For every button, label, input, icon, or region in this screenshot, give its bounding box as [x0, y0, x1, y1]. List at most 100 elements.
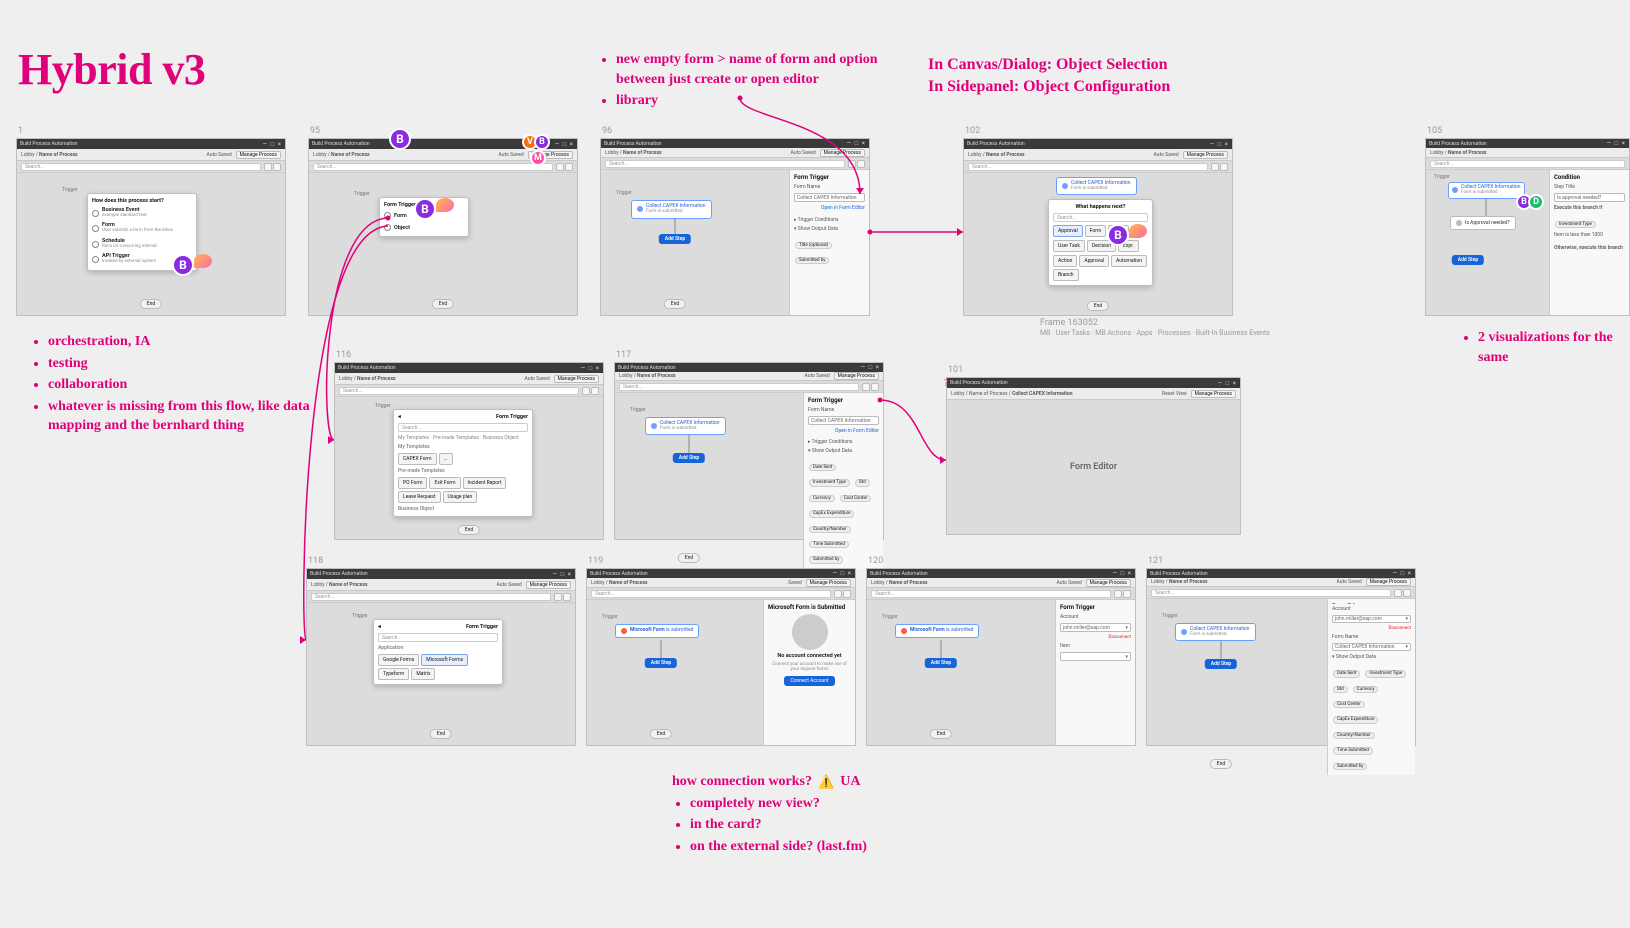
- option[interactable]: Object: [384, 223, 464, 232]
- add-step-button[interactable]: Add Step: [659, 234, 691, 244]
- trigger-label: Trigger: [1434, 174, 1450, 180]
- add-step-button[interactable]: Add Step: [1452, 255, 1484, 265]
- chip: Investment Type: [1365, 670, 1406, 677]
- action-btn[interactable]: Branch: [1053, 269, 1079, 281]
- end-node: End: [432, 299, 454, 309]
- section-toggle[interactable]: Trigger Conditions: [812, 439, 853, 445]
- chip[interactable]: Investment Type: [1555, 221, 1596, 228]
- template-btn[interactable]: Exit Form: [429, 477, 460, 489]
- cursor-icon: [194, 254, 212, 268]
- section-toggle[interactable]: Trigger Conditions: [798, 217, 839, 223]
- action-btn[interactable]: Form: [1085, 225, 1107, 237]
- avatar: B: [534, 134, 550, 150]
- app-btn[interactable]: Google Forms: [378, 654, 419, 666]
- note-right: 2 visualizations for the same: [1460, 326, 1630, 369]
- frame-id: 116: [336, 350, 604, 360]
- trigger-label: Trigger: [354, 191, 370, 197]
- note-item: whatever is missing from this flow, like…: [48, 397, 330, 436]
- frame-118[interactable]: 118 Build Process Automation— □ × Lobby …: [306, 556, 576, 746]
- frame-121[interactable]: 121 Build Process Automation— □ × Lobby …: [1146, 556, 1416, 746]
- form-name-input[interactable]: Collect CAPEX Information: [794, 193, 865, 202]
- option[interactable]: FormUser submits a form from the inbox: [92, 222, 192, 234]
- form-name-input[interactable]: Collect CAPEX Information: [808, 416, 879, 425]
- trigger-label: Trigger: [616, 190, 632, 196]
- section-toggle[interactable]: Show Output Data: [798, 226, 838, 232]
- search-input[interactable]: Search...: [21, 163, 261, 171]
- dialog-form-apps[interactable]: ◂ Form Trigger Search... Application Goo…: [373, 619, 503, 685]
- trigger-card[interactable]: Collect CAPEX InformationForm is submitt…: [1448, 182, 1525, 198]
- open-editor-link[interactable]: Open in Form Editor: [808, 428, 879, 434]
- trigger-card[interactable]: Collect CAPEX InformationForm is submitt…: [1175, 623, 1256, 641]
- frame-119[interactable]: 119 Build Process Automation— □ × Lobby …: [586, 556, 856, 746]
- breadcrumb[interactable]: Lobby / Name of Process: [21, 152, 78, 158]
- trigger-card[interactable]: Microsoft Form is submitted: [895, 624, 979, 638]
- action-btn[interactable]: Approval: [1079, 255, 1109, 267]
- frame-102[interactable]: 102 Build Process Automation— □ × Lobby …: [963, 126, 1233, 316]
- trigger-card[interactable]: Collect CAPEX InformationForm is submitt…: [631, 200, 712, 218]
- frame-96[interactable]: 96 Build Process Automation— □ × Lobby /…: [600, 126, 870, 316]
- add-step-button[interactable]: Add Step: [645, 658, 677, 668]
- disconnect-link[interactable]: Disconnect: [1389, 626, 1411, 631]
- section-toggle[interactable]: Show Output Data: [812, 448, 852, 454]
- sidepanel: Form Trigger Form Name Collect CAPEX Inf…: [789, 170, 869, 315]
- item-select[interactable]: Collect CAPEX Information▾: [1332, 643, 1411, 651]
- action-btn[interactable]: Approval: [1053, 225, 1083, 237]
- cursor-icon: [436, 198, 454, 212]
- action-btn[interactable]: User Task: [1053, 240, 1085, 252]
- condition-card[interactable]: Is Approval needed?: [1450, 216, 1516, 230]
- account-select[interactable]: john.miller@sap.com▾: [1060, 623, 1131, 632]
- chip: CapEx Expenditure: [809, 510, 854, 517]
- item-select[interactable]: ▾: [1060, 652, 1131, 661]
- end-node: End: [430, 729, 452, 739]
- note-item: completely new view?: [690, 794, 932, 814]
- sidepanel: Form Trigger Account john.miller@sap.com…: [1055, 600, 1135, 745]
- frame-120[interactable]: 120 Build Process Automation— □ × Lobby …: [866, 556, 1136, 746]
- reset-view-link[interactable]: Reset View: [1162, 391, 1187, 397]
- frame-105[interactable]: 105 Build Process Automation— □ × Lobby …: [1425, 126, 1630, 316]
- warning-icon: ⚠️: [818, 773, 834, 791]
- note-item: testing: [48, 354, 330, 374]
- template-btn[interactable]: Usage plan: [443, 491, 478, 503]
- template-btn[interactable]: PO Form: [398, 477, 427, 489]
- template-btn[interactable]: CAPEX Form: [398, 453, 437, 465]
- frame-1[interactable]: 1 Build Process Automation— □ × Lobby / …: [16, 126, 286, 316]
- avatar: B: [389, 128, 411, 150]
- note-item: in the card?: [690, 815, 932, 835]
- disconnect-link[interactable]: Disconnect: [1109, 635, 1131, 640]
- option[interactable]: ScheduleRuns on a recurring interval: [92, 238, 192, 250]
- template-btn[interactable]: Leave Request: [398, 491, 441, 503]
- presence-avatars: B D: [1520, 194, 1544, 210]
- add-step-button[interactable]: Add Step: [673, 453, 705, 463]
- trigger-label: Trigger: [62, 187, 78, 193]
- trigger-card[interactable]: Microsoft Form is submitted: [615, 624, 699, 638]
- dialog-form-templates[interactable]: ◂ Form Trigger Search... My Templates · …: [393, 409, 533, 517]
- template-btn[interactable]: ...: [439, 453, 453, 465]
- option[interactable]: Business Eventexample standard text: [92, 207, 192, 219]
- action-btn[interactable]: Action: [1053, 255, 1077, 267]
- connect-account-button[interactable]: Connect Account: [784, 676, 834, 686]
- template-btn[interactable]: Incident Report: [463, 477, 507, 489]
- section-toggle[interactable]: Show Output Data: [1336, 654, 1376, 660]
- step-title-input[interactable]: Is approval needed?: [1554, 193, 1625, 202]
- app-btn[interactable]: Matrix: [411, 668, 435, 680]
- frame-116[interactable]: 116 Build Process Automation— □ × Lobby …: [334, 350, 604, 540]
- view-toggle[interactable]: [264, 163, 281, 171]
- action-search[interactable]: Search...: [1053, 213, 1148, 222]
- account-select[interactable]: john.miller@sap.com▾: [1332, 615, 1411, 623]
- add-step-button[interactable]: Add Step: [925, 658, 957, 668]
- note-line: In Sidepanel: Object Configuration: [928, 76, 1170, 98]
- frame-117[interactable]: 117 Build Process Automation— □ × Lobby …: [614, 350, 884, 540]
- add-step-button[interactable]: Add Step: [1205, 659, 1237, 669]
- manage-process-button[interactable]: Manage Process: [236, 151, 281, 159]
- trigger-card[interactable]: Collect CAPEX InformationForm is submitt…: [645, 417, 726, 435]
- trigger-card[interactable]: Collect CAPEX InformationForm is submitt…: [1056, 177, 1137, 195]
- app-btn[interactable]: Typeform: [378, 668, 409, 680]
- frame-95[interactable]: 95 Build Process Automation— □ × Lobby /…: [308, 126, 578, 316]
- frame-101[interactable]: 101 Build Process Automation— □ × Lobby …: [946, 365, 1241, 535]
- note-item: 2 visualizations for the same: [1478, 328, 1630, 367]
- open-editor-link[interactable]: Open in Form Editor: [794, 205, 865, 211]
- chip: Date Sent: [1333, 670, 1360, 677]
- frame-id: 102: [965, 126, 1233, 136]
- app-btn[interactable]: Microsoft Forms: [421, 654, 468, 666]
- action-btn[interactable]: Automation: [1111, 255, 1147, 267]
